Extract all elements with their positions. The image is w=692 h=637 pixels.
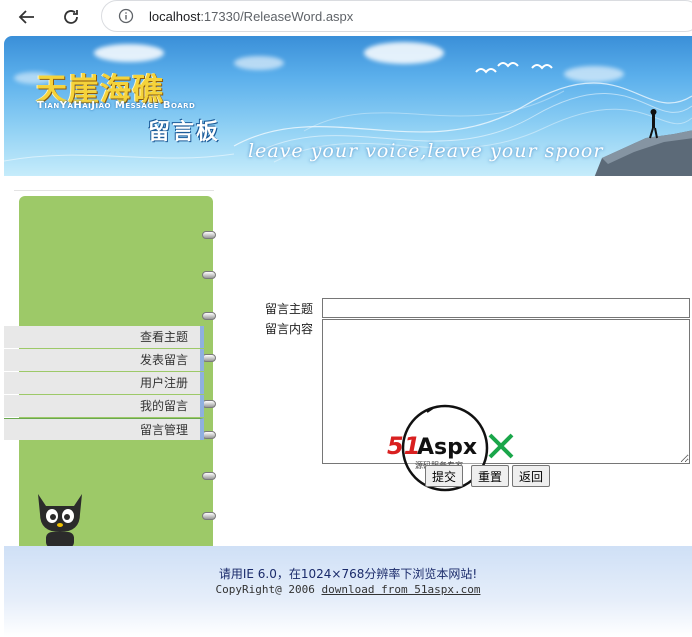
reload-icon[interactable] bbox=[58, 4, 84, 30]
banner: 天崖海礁 TianYaHaiJiao Message Board 留言板 lea… bbox=[4, 36, 692, 176]
site-logo-subtitle: TianYaHaiJiao Message Board bbox=[37, 100, 196, 111]
sidebar-item-view-topics[interactable]: 查看主题 bbox=[4, 326, 204, 348]
browser-toolbar: localhost:17330/ReleaseWord.aspx bbox=[0, 0, 692, 34]
url-text[interactable]: localhost:17330/ReleaseWord.aspx bbox=[149, 9, 353, 24]
footer: 请用IE 6.0，在1024×768分辨率下浏览本网站! CopyRight@ … bbox=[4, 546, 692, 637]
binder-ring-icon bbox=[202, 271, 216, 279]
binder-ring-icon bbox=[202, 231, 216, 239]
site-logo-board: 留言板 bbox=[148, 120, 221, 145]
sidebar-menu: 查看主题 发表留言 用户注册 我的留言 留言管理 bbox=[4, 326, 204, 441]
subject-label: 留言主题 bbox=[265, 302, 314, 316]
banner-slogan: leave your voice,leave your spoor bbox=[248, 140, 604, 162]
download-link[interactable]: download from 51aspx.com bbox=[322, 583, 481, 596]
seagulls-icon bbox=[475, 62, 553, 74]
copyright-text: CopyRight@ 2006 bbox=[215, 583, 315, 596]
page: 天崖海礁 TianYaHaiJiao Message Board 留言板 lea… bbox=[4, 36, 692, 637]
copyright-line: CopyRight@ 2006 download from 51aspx.com bbox=[4, 583, 692, 596]
watermark-brand-rest: Aspx bbox=[417, 435, 477, 460]
back-button[interactable]: 返回 bbox=[512, 465, 551, 487]
binder-ring-icon bbox=[202, 312, 216, 320]
browser-notice: 请用IE 6.0，在1024×768分辨率下浏览本网站! bbox=[218, 567, 478, 581]
cat-mascot-icon bbox=[38, 494, 82, 548]
sidebar-item-register[interactable]: 用户注册 bbox=[4, 372, 204, 394]
sidebar-item-my-messages[interactable]: 我的留言 bbox=[4, 395, 204, 417]
binder-ring-icon bbox=[202, 354, 216, 362]
watermark-brand-red: 51 bbox=[387, 432, 420, 460]
content-label: 留言内容 bbox=[265, 322, 314, 336]
sidebar: 查看主题 发表留言 用户注册 我的留言 留言管理 bbox=[4, 188, 216, 552]
url-host: localhost bbox=[149, 9, 201, 24]
binder-ring-icon bbox=[202, 472, 216, 480]
cliff-figure-icon bbox=[594, 109, 692, 176]
binder-ring-icon bbox=[202, 400, 216, 408]
url-path: :17330/ReleaseWord.aspx bbox=[200, 9, 354, 24]
address-bar[interactable]: localhost:17330/ReleaseWord.aspx bbox=[101, 0, 692, 32]
info-icon[interactable] bbox=[118, 8, 134, 24]
sidebar-item-post-message[interactable]: 发表留言 bbox=[4, 349, 204, 371]
message-form: 留言主题 留言内容 51 Aspx 源码服务专家 提交 重置 返回 bbox=[219, 186, 692, 546]
reset-button[interactable]: 重置 bbox=[471, 465, 510, 487]
subject-input[interactable] bbox=[322, 298, 690, 318]
back-arrow-icon[interactable] bbox=[14, 4, 40, 30]
sidebar-item-manage-messages[interactable]: 留言管理 bbox=[4, 418, 204, 440]
binder-ring-icon bbox=[202, 431, 216, 439]
submit-button[interactable]: 提交 bbox=[425, 465, 464, 487]
binder-ring-icon bbox=[202, 512, 216, 520]
